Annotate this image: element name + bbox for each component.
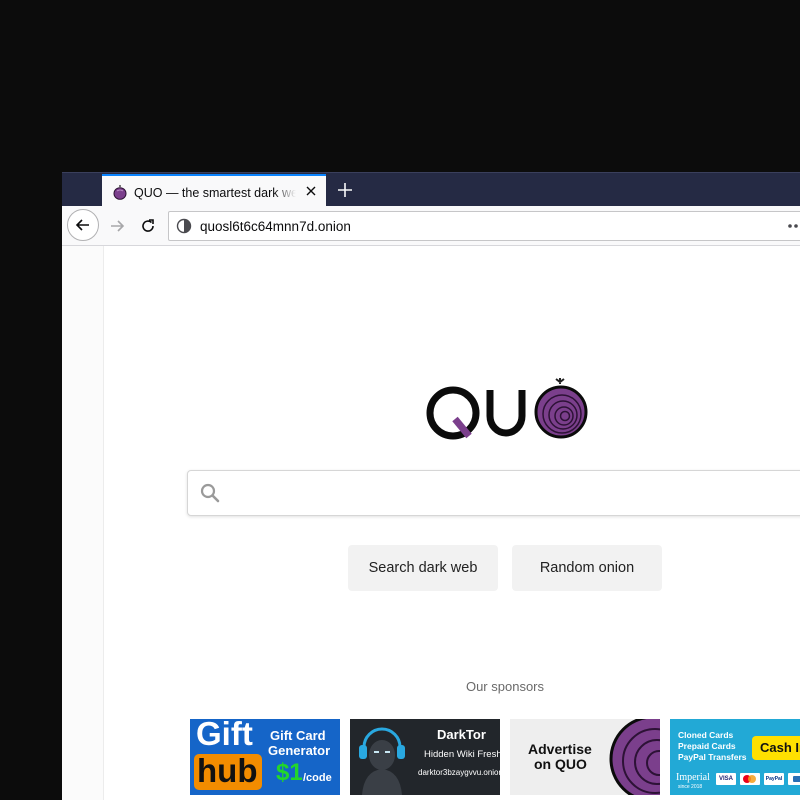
sponsor-ads: Gift hub Gift Card Generator $1 /code Da… xyxy=(190,719,800,799)
url-text: quosl6t6c64mnn7d.onion xyxy=(200,219,351,234)
sponsors-heading: Our sponsors xyxy=(465,679,545,694)
ad-darktor[interactable]: DarkTor Hidden Wiki Fresh darktor3bzaygv… xyxy=(350,719,500,795)
onion-circuit-icon[interactable] xyxy=(176,218,192,234)
back-arrow-icon xyxy=(75,219,89,231)
mastercard-icon xyxy=(740,773,760,785)
ad-imperial-brand-sub: since 2018 xyxy=(678,784,703,790)
ad-gifthub-price: $1 xyxy=(276,759,303,786)
search-dark-web-button[interactable]: Search dark web xyxy=(348,545,498,591)
forward-arrow-icon xyxy=(111,220,125,232)
ad-imperial-line2: Prepaid Cards xyxy=(678,741,736,751)
new-tab-icon[interactable] xyxy=(332,177,358,203)
search-icon xyxy=(200,483,220,503)
close-tab-icon[interactable] xyxy=(302,182,320,200)
ad-darktor-subtitle: Hidden Wiki Fresh xyxy=(424,749,500,760)
paypal-icon: PayPal xyxy=(764,773,784,785)
visa-card-icon: VISA xyxy=(716,773,736,785)
search-input[interactable] xyxy=(232,479,800,509)
ad-darktor-title: DarkTor xyxy=(437,727,486,742)
tab-strip: QUO — the smartest dark web search engin… xyxy=(62,172,800,207)
ad-gifthub-price-unit: /code xyxy=(303,772,332,784)
ad-imperial[interactable]: Cloned Cards Prepaid Cards PayPal Transf… xyxy=(670,719,800,795)
ad-advertise-quo[interactable]: Advertise on QUO xyxy=(510,719,660,795)
ad-advertise-line1: Advertise xyxy=(528,741,592,757)
back-button[interactable] xyxy=(67,209,99,241)
card-logos: VISA PayPal xyxy=(716,773,800,787)
hooded-figure-icon xyxy=(359,727,405,795)
ad-gifthub-brand-bottom: hub xyxy=(197,752,258,789)
reload-icon xyxy=(142,219,154,232)
ad-gifthub-line2: Generator xyxy=(268,743,331,758)
ad-gifthub[interactable]: Gift hub Gift Card Generator $1 /code xyxy=(190,719,340,795)
ad-imperial-cta: Cash In xyxy=(760,740,800,755)
ad-imperial-brand: Imperial xyxy=(676,772,710,783)
search-box[interactable] xyxy=(187,470,800,516)
ad-gifthub-brand-top: Gift xyxy=(196,719,253,752)
browser-window: QUO — the smartest dark web search engin… xyxy=(62,172,800,800)
tab-quo[interactable]: QUO — the smartest dark web search engin… xyxy=(102,174,326,207)
ad-advertise-line2: on QUO xyxy=(534,756,587,772)
ad-darktor-url: darktor3bzaygvvu.onion xyxy=(418,768,500,777)
navigation-bar: quosl6t6c64mnn7d.onion xyxy=(62,206,800,246)
sidebar-strip xyxy=(62,246,104,800)
ad-imperial-line1: Cloned Cards xyxy=(678,730,734,740)
forward-button[interactable] xyxy=(102,211,132,241)
url-bar[interactable]: quosl6t6c64mnn7d.onion xyxy=(168,211,800,241)
onion-logo-icon xyxy=(534,378,588,439)
tab-title: QUO — the smartest dark web search engin… xyxy=(134,184,296,202)
ad-imperial-line3: PayPal Transfers xyxy=(678,752,747,762)
onion-ad-icon xyxy=(609,719,660,795)
wallet-card-icon xyxy=(788,773,800,785)
quo-logo xyxy=(424,374,590,446)
reload-button[interactable] xyxy=(133,211,163,241)
onion-icon xyxy=(112,184,128,200)
ad-gifthub-line1: Gift Card xyxy=(270,728,326,743)
page-actions-icon[interactable] xyxy=(785,216,800,236)
random-onion-button[interactable]: Random onion xyxy=(512,545,662,591)
